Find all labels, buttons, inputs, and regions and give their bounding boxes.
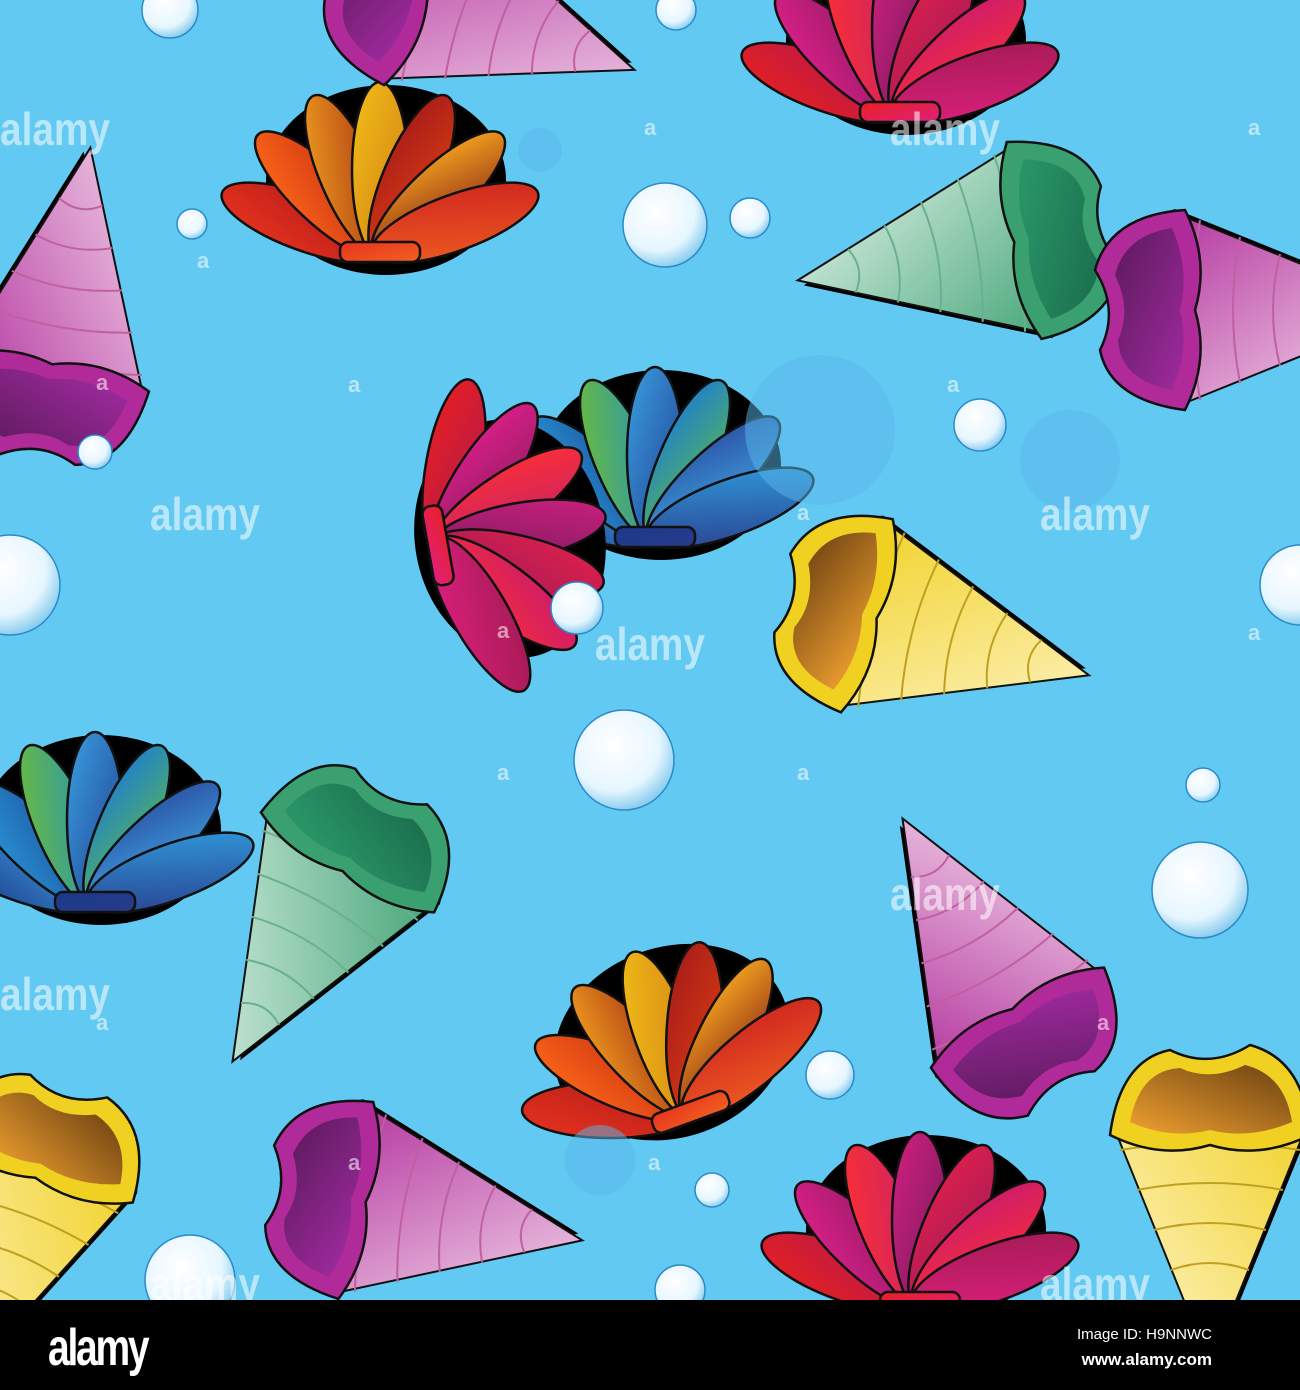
- watermark-text: alamy: [890, 103, 1000, 155]
- watermark-mark: a: [648, 1150, 661, 1175]
- bubble: [573, 709, 675, 811]
- watermark-mark: a: [497, 760, 510, 785]
- watermark-mark: a: [348, 372, 361, 397]
- bubble: [805, 1050, 855, 1100]
- watermark-text: alamy: [890, 868, 1000, 920]
- bubble: [1185, 767, 1221, 803]
- seashell-pattern-illustration: alamy alamy alamy alamy alamy alamy alamy alamy…: [0, 0, 1300, 1387]
- bubble: [729, 197, 771, 239]
- watermark-mark: a: [348, 1150, 361, 1175]
- alamy-logo: alamy: [48, 1319, 150, 1377]
- faint-bubble: [565, 1125, 635, 1195]
- watermark-mark: a: [797, 760, 810, 785]
- watermark-mark: a: [644, 115, 657, 140]
- watermark-text: alamy: [1040, 488, 1150, 540]
- watermark-mark: a: [1248, 115, 1261, 140]
- watermark-mark: a: [96, 370, 109, 395]
- bubble: [953, 398, 1007, 452]
- footer-bar: alamy Image ID: H9NNWC www.alamy.com: [0, 1300, 1300, 1390]
- watermark-text: alamy: [1040, 1258, 1150, 1300]
- watermark-mark: a: [947, 372, 960, 397]
- bubble: [694, 1172, 730, 1208]
- website-link: www.alamy.com: [1081, 1350, 1212, 1369]
- watermark-mark: a: [197, 248, 210, 273]
- watermark-mark: a: [96, 1010, 109, 1035]
- watermark-mark: a: [1097, 1010, 1110, 1035]
- watermark-text: alamy: [0, 968, 110, 1020]
- bubble: [622, 182, 708, 268]
- watermark-mark: a: [497, 618, 510, 643]
- image-id: Image ID: H9NNWC: [1076, 1326, 1212, 1343]
- watermark-text: alamy: [150, 488, 260, 540]
- bubble: [176, 208, 208, 240]
- watermark-mark: a: [797, 500, 810, 525]
- watermark-mark: a: [1248, 620, 1261, 645]
- watermark-text: alamy: [0, 103, 110, 155]
- watermark-text: alamy: [595, 618, 705, 670]
- faint-bubble: [745, 355, 895, 505]
- pattern-canvas: alamy alamyalamy alamyalamyalamyalamyalamy…: [0, 0, 1300, 1387]
- bubble: [1151, 841, 1249, 939]
- faint-bubble: [518, 128, 562, 172]
- watermark-text: alamy: [150, 1258, 260, 1300]
- bubble: [77, 434, 113, 470]
